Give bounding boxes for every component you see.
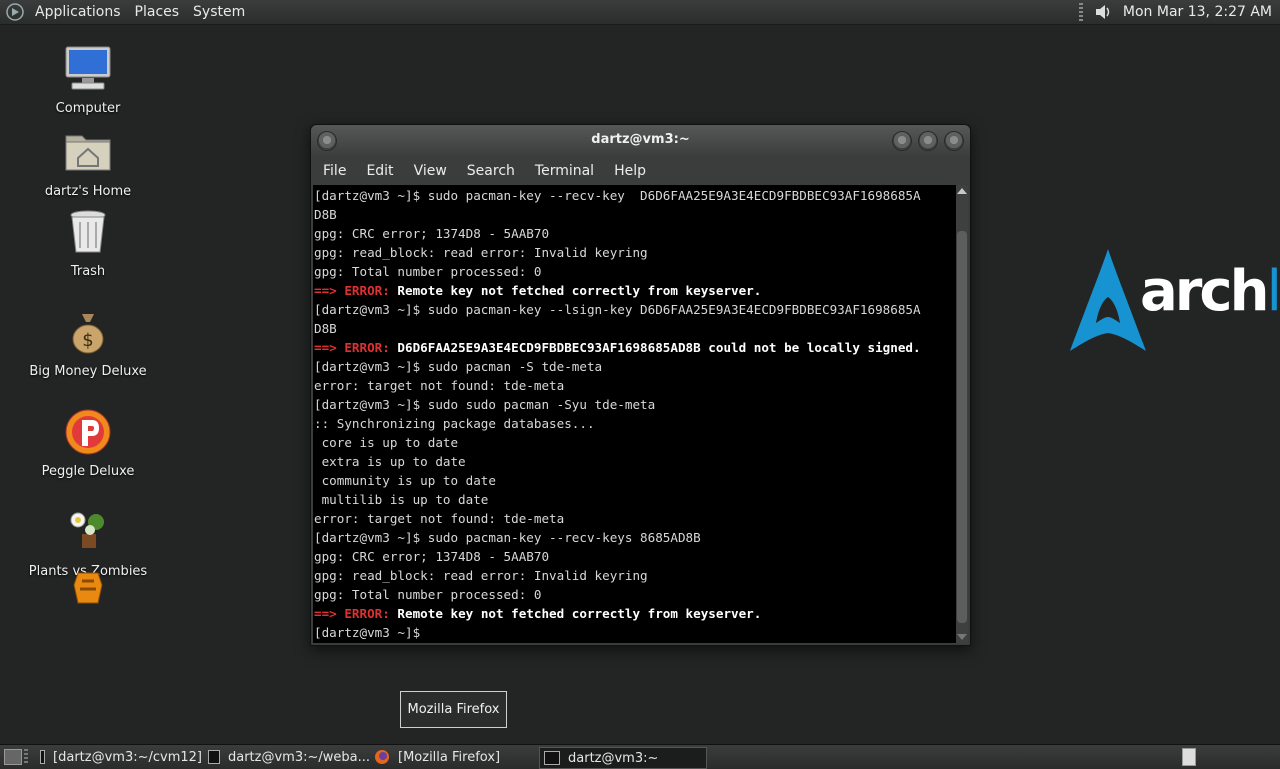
gnome-foot-icon[interactable]	[6, 3, 24, 21]
terminal-icon	[208, 750, 220, 764]
terminal-line: [dartz@vm3 ~]$	[314, 625, 421, 640]
task-label: dartz@vm3:~/weba...	[227, 749, 370, 765]
scroll-down-arrow-icon[interactable]	[957, 634, 967, 640]
error-prefix: ==> ERROR:	[314, 606, 390, 621]
desktop-icon-trash[interactable]: Trash	[13, 208, 163, 279]
terminal-line: ==> ERROR: D6D6FAA25E9A3E4ECD9FBDBEC93AF…	[314, 338, 956, 357]
desktop-icon-plants-vs-zombies[interactable]: Plants vs Zombies	[13, 508, 163, 605]
clock[interactable]: Mon Mar 13, 2:27 AM	[1113, 4, 1280, 20]
terminal-line: D8B	[314, 321, 337, 336]
terminal-line: gpg: read_block: read error: Invalid key…	[314, 245, 648, 260]
trash-applet-icon[interactable]	[1182, 748, 1196, 766]
maximize-button[interactable]	[918, 131, 938, 151]
scroll-up-arrow-icon[interactable]	[957, 188, 967, 194]
terminal-scrollbar[interactable]	[956, 185, 968, 643]
top-right-area: Mon Mar 13, 2:27 AM	[1078, 0, 1280, 24]
minimize-button[interactable]	[892, 131, 912, 151]
linux-word: lin	[1266, 259, 1280, 324]
terminal-line: extra is up to date	[314, 454, 466, 469]
terminal-line: core is up to date	[314, 435, 459, 450]
error-message: Remote key not fetched correctly from ke…	[389, 606, 762, 621]
desktop-icon-label: Big Money Deluxe	[29, 364, 147, 379]
terminal-line: [dartz@vm3 ~]$ sudo pacman-key --recv-ke…	[314, 530, 701, 545]
terminal-window[interactable]: dartz@vm3:~ File Edit View Search Termin…	[310, 124, 971, 646]
task-firefox[interactable]: [Mozilla Firefox]	[372, 747, 538, 767]
terminal-icon	[40, 750, 46, 764]
terminal-line: gpg: Total number processed: 0	[314, 587, 542, 602]
error-prefix: ==> ERROR:	[314, 283, 390, 298]
bottom-panel: [dartz@vm3:~/cvm12] dartz@vm3:~/weba... …	[0, 744, 1280, 769]
arch-wordmark: archlin	[1140, 259, 1280, 324]
volume-icon[interactable]	[1093, 2, 1113, 22]
terminal-line: [dartz@vm3 ~]$ sudo pacman-key --lsign-k…	[314, 302, 921, 317]
desktop-icon-label: dartz's Home	[44, 184, 132, 199]
terminal-line: error: target not found: tde-meta	[314, 378, 565, 393]
desktop-icon-label: Peggle Deluxe	[41, 464, 135, 479]
home-folder-icon	[65, 135, 111, 171]
desktop-icon-peggle[interactable]: Peggle Deluxe	[13, 408, 163, 479]
task-label: dartz@vm3:~	[568, 750, 659, 766]
error-message: Remote key not fetched correctly from ke…	[389, 283, 762, 298]
menu-terminal[interactable]: Terminal	[525, 163, 604, 179]
terminal-line: gpg: CRC error; 1374D8 - 5AAB70	[314, 549, 550, 564]
terminal-line: D8B	[314, 207, 337, 222]
system-menu[interactable]: System	[186, 4, 252, 20]
money-bag-icon: $	[72, 314, 104, 354]
terminal-icon	[544, 751, 560, 765]
menu-view[interactable]: View	[404, 163, 457, 179]
error-message: D6D6FAA25E9A3E4ECD9FBDBEC93AF1698685AD8B…	[389, 340, 921, 355]
plants-vs-zombies-icon	[70, 512, 104, 548]
task-label: [Mozilla Firefox]	[398, 749, 501, 765]
terminal-line: community is up to date	[314, 473, 496, 488]
menu-help[interactable]: Help	[604, 163, 656, 179]
terminal-line: [dartz@vm3 ~]$ sudo pacman-key --recv-ke…	[314, 188, 921, 203]
computer-icon	[65, 46, 111, 90]
terminal-line: :: Synchronizing package databases...	[314, 416, 595, 431]
tooltip: Mozilla Firefox	[400, 691, 507, 728]
show-desktop-icon[interactable]	[4, 749, 22, 765]
terminal-line: ==> ERROR: Remote key not fetched correc…	[314, 281, 956, 300]
task-terminal-weba[interactable]: dartz@vm3:~/weba...	[204, 747, 370, 767]
terminal-line: [dartz@vm3 ~]$ sudo pacman -S tde-meta	[314, 359, 603, 374]
terminal-menubar: File Edit View Search Terminal Help	[311, 157, 970, 185]
top-panel: Applications Places System Mon Mar 13, 2…	[0, 0, 1280, 25]
top-menu: Applications Places System	[28, 0, 252, 24]
terminal-line: gpg: CRC error; 1374D8 - 5AAB70	[314, 226, 550, 241]
svg-text:$: $	[82, 330, 93, 351]
menu-file[interactable]: File	[313, 163, 356, 179]
terminal-line: multilib is up to date	[314, 492, 489, 507]
menu-search[interactable]: Search	[457, 163, 525, 179]
desktop-icon-big-money[interactable]: $ Big Money Deluxe	[13, 308, 163, 379]
trash-icon	[70, 210, 106, 253]
peggle-icon	[65, 409, 111, 455]
places-menu[interactable]: Places	[128, 4, 187, 20]
task-terminal-cvm12[interactable]: [dartz@vm3:~/cvm12]	[36, 747, 202, 767]
terminal-line: gpg: Total number processed: 0	[314, 264, 542, 279]
panel-separator	[1078, 3, 1083, 21]
task-label: [dartz@vm3:~/cvm12]	[53, 749, 202, 765]
desktop-icon-home[interactable]: dartz's Home	[13, 128, 163, 199]
arch-linux-logo: archlin	[1068, 245, 1280, 355]
arch-triangle-icon	[1070, 249, 1146, 351]
terminal-line: error: target not found: tde-meta	[314, 511, 565, 526]
terminal-output[interactable]: [dartz@vm3 ~]$ sudo pacman-key --recv-ke…	[313, 185, 956, 643]
error-prefix: ==> ERROR:	[314, 340, 390, 355]
applications-menu[interactable]: Applications	[28, 4, 128, 20]
scrollbar-thumb[interactable]	[957, 231, 967, 623]
desktop-icon-label: Computer	[55, 101, 121, 116]
terminal-line: ==> ERROR: Remote key not fetched correc…	[314, 604, 956, 623]
window-title: dartz@vm3:~	[591, 132, 690, 147]
task-terminal-active[interactable]: dartz@vm3:~	[539, 747, 707, 769]
close-button[interactable]	[944, 131, 964, 151]
firefox-icon	[375, 750, 389, 764]
panel-grip	[24, 749, 28, 765]
terminal-line: gpg: read_block: read error: Invalid key…	[314, 568, 648, 583]
desktop-icon-label: Trash	[70, 264, 106, 279]
window-titlebar[interactable]: dartz@vm3:~	[311, 125, 970, 157]
arch-word: arch	[1140, 259, 1269, 324]
terminal-line: [dartz@vm3 ~]$ sudo sudo pacman -Syu tde…	[314, 397, 656, 412]
menu-edit[interactable]: Edit	[356, 163, 403, 179]
desktop-icon-computer[interactable]: Computer	[13, 45, 163, 116]
